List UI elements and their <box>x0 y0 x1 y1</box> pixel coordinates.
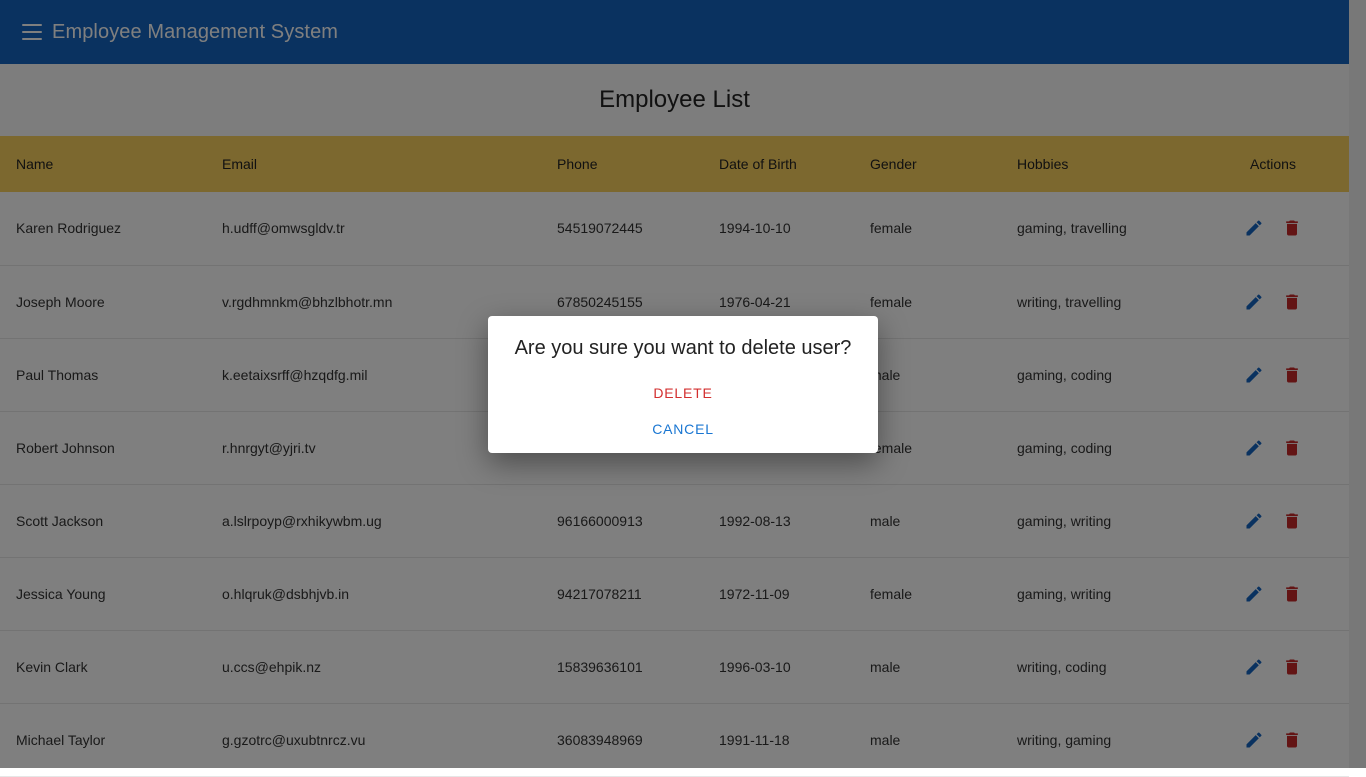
delete-button[interactable]: DELETE <box>645 383 720 403</box>
dialog-message: Are you sure you want to delete user? <box>514 337 852 359</box>
cancel-button[interactable]: CANCEL <box>644 419 722 439</box>
delete-confirm-dialog: Are you sure you want to delete user? DE… <box>488 316 878 453</box>
